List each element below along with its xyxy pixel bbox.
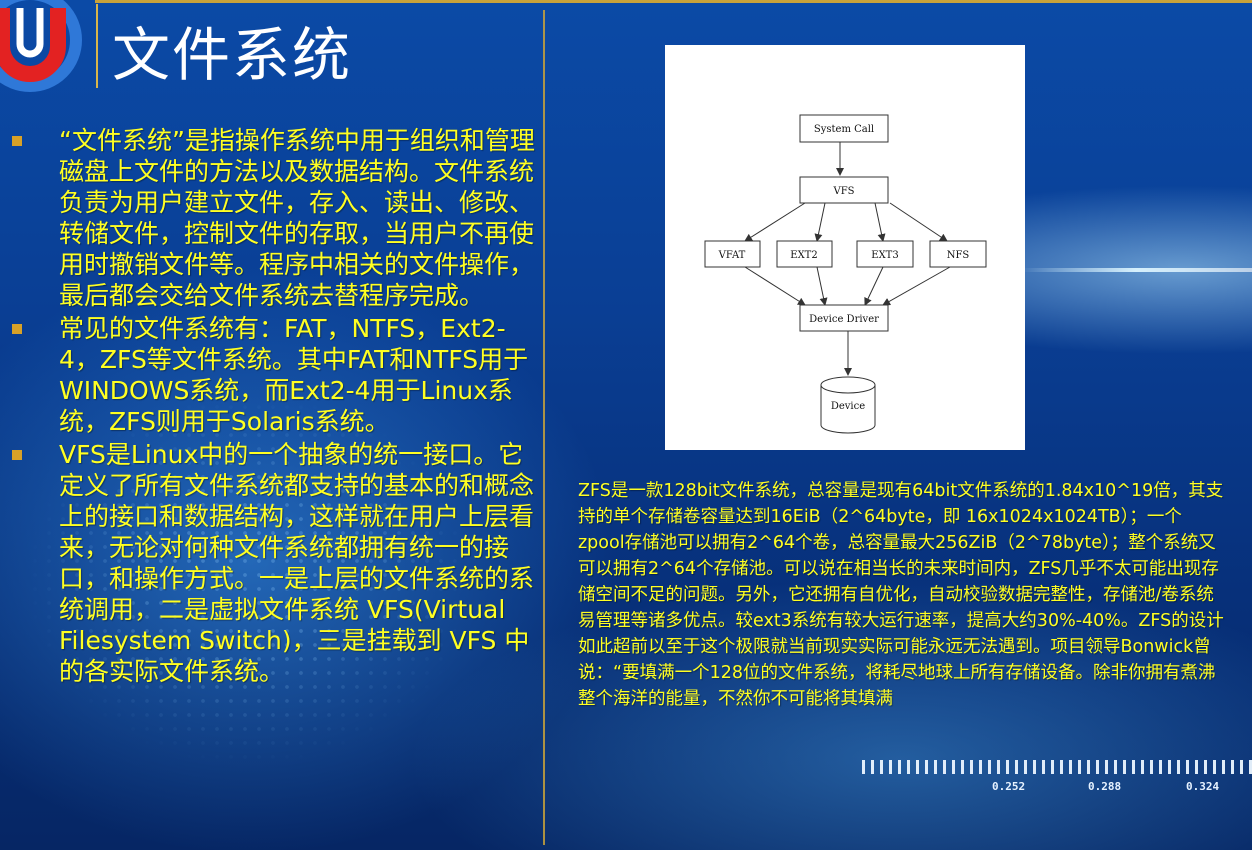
device-cylinder-top [820,376,876,394]
square-bullet-icon [12,324,22,334]
diagram-boxes [704,114,987,434]
device-driver-label: Device Driver [809,314,879,325]
bullet-list: “文件系统”是指操作系统中用于组织和管理磁盘上文件的方法以及数据结构。文件系统负… [10,125,535,687]
bullet-text: VFS是Linux中的一个抽象的统一接口。它定义了所有文件系统都支持的基本的和概… [59,440,535,686]
diagram-canvas: System Call VFS VFAT EXT2 EXT3 NFS Devic… [704,114,987,434]
page-title: 文件系统 [112,21,353,89]
square-bullet-icon [12,450,22,460]
vfat-label: VFAT [718,250,746,261]
vfs-architecture-diagram: System Call VFS VFAT EXT2 EXT3 NFS Devic… [665,45,1025,450]
square-bullet-icon [12,136,22,146]
scale-label: 0.288 [1088,780,1122,793]
title-divider [96,4,98,88]
u-logo-icon [0,0,82,92]
bullet-item: 常见的文件系统有：FAT，NTFS，Ext2-4，ZFS等文件系统。其中FAT和… [10,313,535,437]
bullet-text: 常见的文件系统有：FAT，NTFS，Ext2-4，ZFS等文件系统。其中FAT和… [59,314,529,436]
top-gold-bar [95,0,1252,3]
ext3-label: EXT3 [871,250,898,261]
bullet-item: “文件系统”是指操作系统中用于组织和管理磁盘上文件的方法以及数据结构。文件系统负… [10,125,535,311]
device-label: Device [831,401,865,412]
column-divider [543,10,545,845]
system-call-label: System Call [814,124,874,135]
ext2-label: EXT2 [790,250,817,261]
background-ruler [862,760,1252,774]
vfs-label: VFS [832,186,854,197]
diagram-labels: System Call VFS VFAT EXT2 EXT3 NFS Devic… [718,124,970,412]
bullet-text: “文件系统”是指操作系统中用于组织和管理磁盘上文件的方法以及数据结构。文件系统负… [59,126,535,310]
nfs-label: NFS [947,250,970,261]
background-light-streak [1020,268,1252,272]
zfs-description: ZFS是一款128bit文件系统，总容量是现有64bit文件系统的1.84x10… [578,481,1224,709]
bullet-item: VFS是Linux中的一个抽象的统一接口。它定义了所有文件系统都支持的基本的和概… [10,439,535,687]
scale-label: 0.252 [992,780,1026,793]
scale-label: 0.324 [1186,780,1220,793]
